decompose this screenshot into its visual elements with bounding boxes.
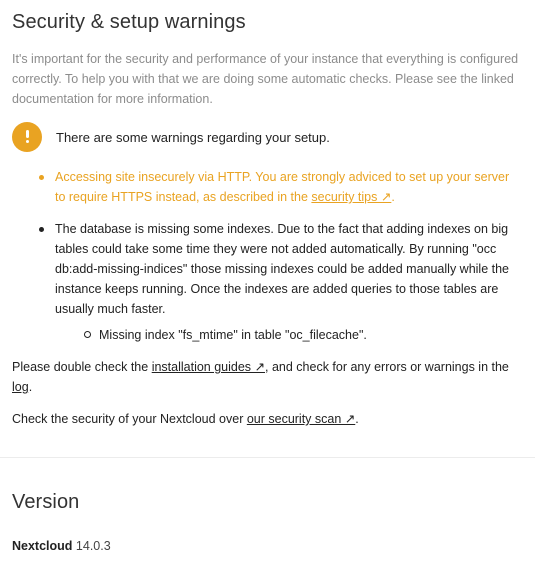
warning-banner-text: There are some warnings regarding your s… <box>56 129 330 145</box>
security-description: It's important for the security and perf… <box>12 52 519 106</box>
double-check-middle: , and check for any errors or warnings i… <box>265 360 509 374</box>
issue-list: Accessing site insecurely via HTTP. You … <box>12 167 523 345</box>
issue-text-end: . <box>391 190 395 204</box>
security-section: Security & setup warnings It's important… <box>0 0 535 429</box>
log-link[interactable]: log <box>12 380 29 394</box>
issue-text: The database is missing some indexes. Du… <box>55 222 509 316</box>
missing-index-item: Missing index "fs_mtime" in table "oc_fi… <box>84 325 523 345</box>
installation-guides-link[interactable]: installation guides ↗ <box>152 360 265 374</box>
product-name: Nextcloud <box>12 539 73 553</box>
security-title: Security & setup warnings <box>12 11 246 33</box>
security-scan-text: Check the security of your Nextcloud ove… <box>12 409 523 429</box>
security-tips-link[interactable]: security tips ↗ <box>311 190 391 204</box>
double-check-after: . <box>28 380 33 394</box>
security-scan-link[interactable]: our security scan ↗ <box>247 412 355 426</box>
exclamation-circle-icon <box>12 122 42 152</box>
scan-before: Check the security of your Nextcloud ove… <box>12 412 247 426</box>
version-section: Version Nextcloud 14.0.3 <box>0 458 535 553</box>
missing-index-text: Missing index "fs_mtime" in table "oc_fi… <box>99 328 367 342</box>
issue-text: Accessing site insecurely via HTTP. You … <box>55 170 510 204</box>
bullet-dot <box>39 227 44 232</box>
version-number: 14.0.3 <box>75 539 111 553</box>
scan-after: . <box>355 412 359 426</box>
warning-banner: There are some warnings regarding your s… <box>12 121 523 153</box>
bullet-dot <box>39 175 44 180</box>
issue-item-https: Accessing site insecurely via HTTP. You … <box>39 167 523 207</box>
version-info: Nextcloud 14.0.3 <box>12 539 523 553</box>
issue-item-indexes: The database is missing some indexes. Du… <box>39 219 523 345</box>
version-title: Version <box>12 491 80 513</box>
bullet-circle <box>84 331 91 338</box>
missing-index-list: Missing index "fs_mtime" in table "oc_fi… <box>55 325 523 345</box>
double-check-text: Please double check the installation gui… <box>12 357 523 397</box>
double-check-before: Please double check the <box>12 360 152 374</box>
